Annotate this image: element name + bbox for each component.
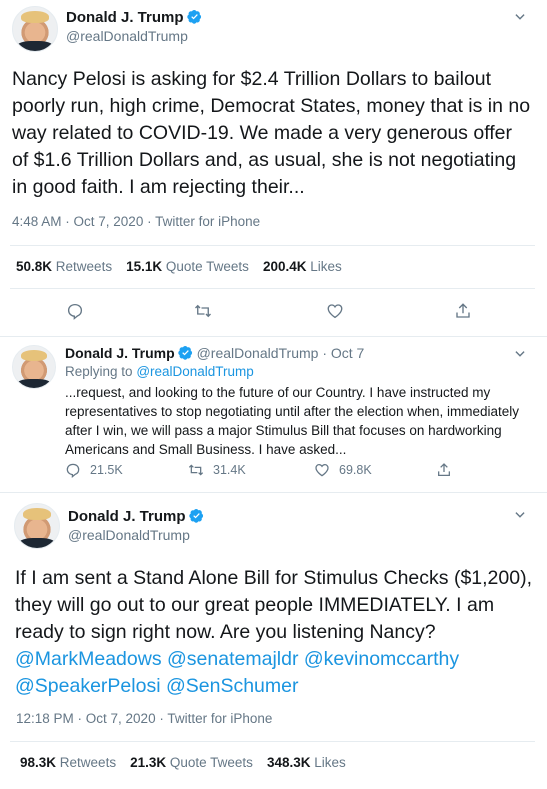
share-icon[interactable]	[454, 302, 472, 320]
tweet3-retweets-stat[interactable]: 98.3K Retweets	[20, 755, 116, 770]
verified-badge-icon	[178, 345, 192, 360]
like-count: 69.8K	[339, 463, 372, 477]
divider	[0, 492, 547, 493]
tweet2-author-name[interactable]: Donald J. Trump	[65, 345, 175, 361]
verified-badge-icon	[188, 508, 203, 523]
tweet2-avatar[interactable]	[12, 345, 56, 389]
retweet-icon[interactable]	[188, 462, 204, 478]
tweet1-likes-stat[interactable]: 200.4K Likes	[263, 259, 342, 274]
chevron-down-icon[interactable]	[513, 508, 527, 522]
replying-to-link[interactable]: @realDonaldTrump	[136, 364, 254, 379]
mention-markmeadows[interactable]: @MarkMeadows	[15, 648, 162, 670]
retweet-count: 31.4K	[213, 463, 246, 477]
retweet-icon[interactable]	[194, 302, 212, 320]
verified-badge-icon	[186, 9, 201, 24]
mention-kevinomccarthy[interactable]: @kevinomccarthy	[304, 648, 459, 670]
tweet1-text: Nancy Pelosi is asking for $2.4 Trillion…	[12, 68, 531, 198]
divider	[10, 288, 535, 289]
tweet1-author-handle[interactable]: @realDonaldTrump	[66, 28, 188, 44]
tweet2-text: ...request, and looking to the future of…	[65, 385, 520, 457]
tweet3-text: If I am sent a Stand Alone Bill for Stim…	[15, 567, 532, 643]
tweet3-timestamp[interactable]: 12:18 PM · Oct 7, 2020 · Twitter for iPh…	[16, 711, 272, 726]
tweet1-retweets-stat[interactable]: 50.8K Retweets	[16, 259, 112, 274]
tweet1-stats: 50.8K Retweets 15.1K Quote Tweets 200.4K…	[16, 259, 342, 274]
share-icon[interactable]	[436, 462, 452, 478]
tweet3-author-handle[interactable]: @realDonaldTrump	[68, 527, 190, 543]
chevron-down-icon[interactable]	[513, 10, 527, 24]
tweet2-date[interactable]: · Oct 7	[322, 345, 364, 361]
mention-senschumer[interactable]: @SenSchumer	[166, 675, 299, 697]
tweet3-author[interactable]: Donald J. Trump	[68, 508, 204, 525]
tweet1-timestamp[interactable]: 4:48 AM · Oct 7, 2020 · Twitter for iPho…	[12, 214, 260, 229]
divider	[10, 741, 535, 742]
divider	[10, 245, 535, 246]
tweet3-likes-stat[interactable]: 348.3K Likes	[267, 755, 346, 770]
reply-count: 21.5K	[90, 463, 123, 477]
tweet2-like-action[interactable]: 69.8K	[314, 462, 372, 478]
tweet1-quotes-stat[interactable]: 15.1K Quote Tweets	[126, 259, 249, 274]
tweet3-avatar[interactable]	[14, 503, 60, 549]
tweet1-author-name[interactable]: Donald J. Trump	[66, 9, 184, 26]
tweet3-text-block: If I am sent a Stand Alone Bill for Stim…	[15, 565, 535, 700]
tweet3-quotes-stat[interactable]: 21.3K Quote Tweets	[130, 755, 253, 770]
mention-senatemajldr[interactable]: @senatemajldr	[167, 648, 298, 670]
reply-icon[interactable]	[66, 302, 84, 320]
divider	[0, 336, 547, 337]
tweet2-author-handle[interactable]: @realDonaldTrump	[197, 345, 319, 361]
tweet3-stats: 98.3K Retweets 21.3K Quote Tweets 348.3K…	[20, 755, 346, 770]
heart-icon[interactable]	[314, 462, 330, 478]
tweet2-retweet-action[interactable]: 31.4K	[188, 462, 246, 478]
tweet2-header: Donald J. Trump @realDonaldTrump · Oct 7	[65, 345, 364, 361]
tweet1-avatar[interactable]	[12, 6, 58, 52]
heart-icon[interactable]	[326, 302, 344, 320]
reply-icon[interactable]	[65, 462, 81, 478]
tweet2-reply-action[interactable]: 21.5K	[65, 462, 123, 478]
tweet1-author[interactable]: Donald J. Trump	[66, 9, 202, 26]
tweet3-author-name[interactable]: Donald J. Trump	[68, 508, 186, 525]
tweet2-replying-to: Replying to @realDonaldTrump	[65, 364, 254, 379]
chevron-down-icon[interactable]	[513, 347, 527, 361]
mention-speakerpelosi[interactable]: @SpeakerPelosi	[15, 675, 161, 697]
